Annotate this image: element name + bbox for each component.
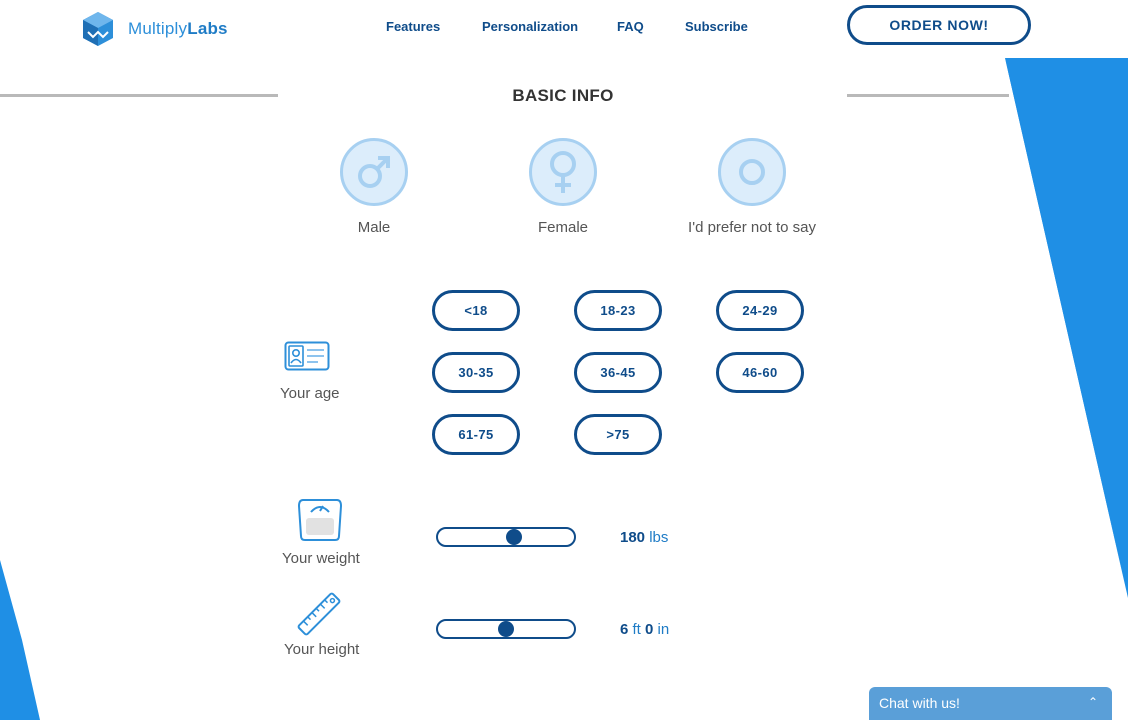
left-divider bbox=[0, 94, 278, 97]
ruler-icon bbox=[297, 592, 341, 636]
order-now-button[interactable]: ORDER NOW! bbox=[847, 5, 1031, 45]
neutral-icon bbox=[739, 159, 765, 185]
brand-logo[interactable]: MultiplyLabs bbox=[80, 10, 228, 48]
height-slider-thumb[interactable] bbox=[498, 621, 514, 637]
gender-option-neutral[interactable]: I'd prefer not to say bbox=[682, 138, 822, 236]
scale-icon bbox=[297, 499, 343, 541]
weight-value: 180 lbs bbox=[620, 529, 669, 546]
weight-slider[interactable] bbox=[436, 527, 576, 547]
age-option-36-45[interactable]: 36-45 bbox=[574, 352, 662, 393]
age-option-61-75[interactable]: 61-75 bbox=[432, 414, 520, 455]
nav-personalization[interactable]: Personalization bbox=[482, 19, 578, 34]
cube-logo-icon bbox=[83, 12, 113, 46]
site-header: MultiplyLabs Features Personalization FA… bbox=[0, 0, 1128, 58]
female-label: Female bbox=[537, 219, 589, 236]
neutral-label: I'd prefer not to say bbox=[688, 219, 816, 236]
id-card-icon bbox=[284, 341, 330, 371]
right-divider bbox=[847, 94, 1009, 97]
age-option-over-75[interactable]: >75 bbox=[574, 414, 662, 455]
age-option-46-60[interactable]: 46-60 bbox=[716, 352, 804, 393]
female-circle[interactable] bbox=[529, 138, 597, 206]
chevron-up-icon[interactable]: ⌃ bbox=[1088, 695, 1098, 709]
male-label: Male bbox=[357, 219, 391, 236]
age-option-24-29[interactable]: 24-29 bbox=[716, 290, 804, 331]
female-icon bbox=[550, 151, 576, 193]
age-option-30-35[interactable]: 30-35 bbox=[432, 352, 520, 393]
height-label: Your height bbox=[284, 641, 360, 658]
background-shapes bbox=[0, 58, 1128, 720]
nav-features[interactable]: Features bbox=[386, 19, 440, 34]
height-value: 6 ft 0 in bbox=[620, 621, 670, 638]
nav-subscribe[interactable]: Subscribe bbox=[685, 19, 748, 34]
neutral-circle[interactable] bbox=[718, 138, 786, 206]
age-option-18-23[interactable]: 18-23 bbox=[574, 290, 662, 331]
height-slider[interactable] bbox=[436, 619, 576, 639]
weight-slider-thumb[interactable] bbox=[506, 529, 523, 545]
male-icon bbox=[358, 156, 390, 188]
gender-option-male[interactable]: Male bbox=[304, 138, 444, 236]
age-option-under-18[interactable]: <18 bbox=[432, 290, 520, 331]
nav-faq[interactable]: FAQ bbox=[617, 19, 644, 34]
male-circle[interactable] bbox=[340, 138, 408, 206]
brand-name: MultiplyLabs bbox=[128, 19, 228, 38]
chat-label: Chat with us! bbox=[879, 695, 960, 711]
age-label: Your age bbox=[280, 385, 340, 402]
gender-option-female[interactable]: Female bbox=[493, 138, 633, 236]
section-title: BASIC INFO bbox=[512, 86, 614, 105]
chat-widget[interactable]: Chat with us! ⌃ bbox=[869, 687, 1112, 720]
weight-label: Your weight bbox=[282, 550, 360, 567]
